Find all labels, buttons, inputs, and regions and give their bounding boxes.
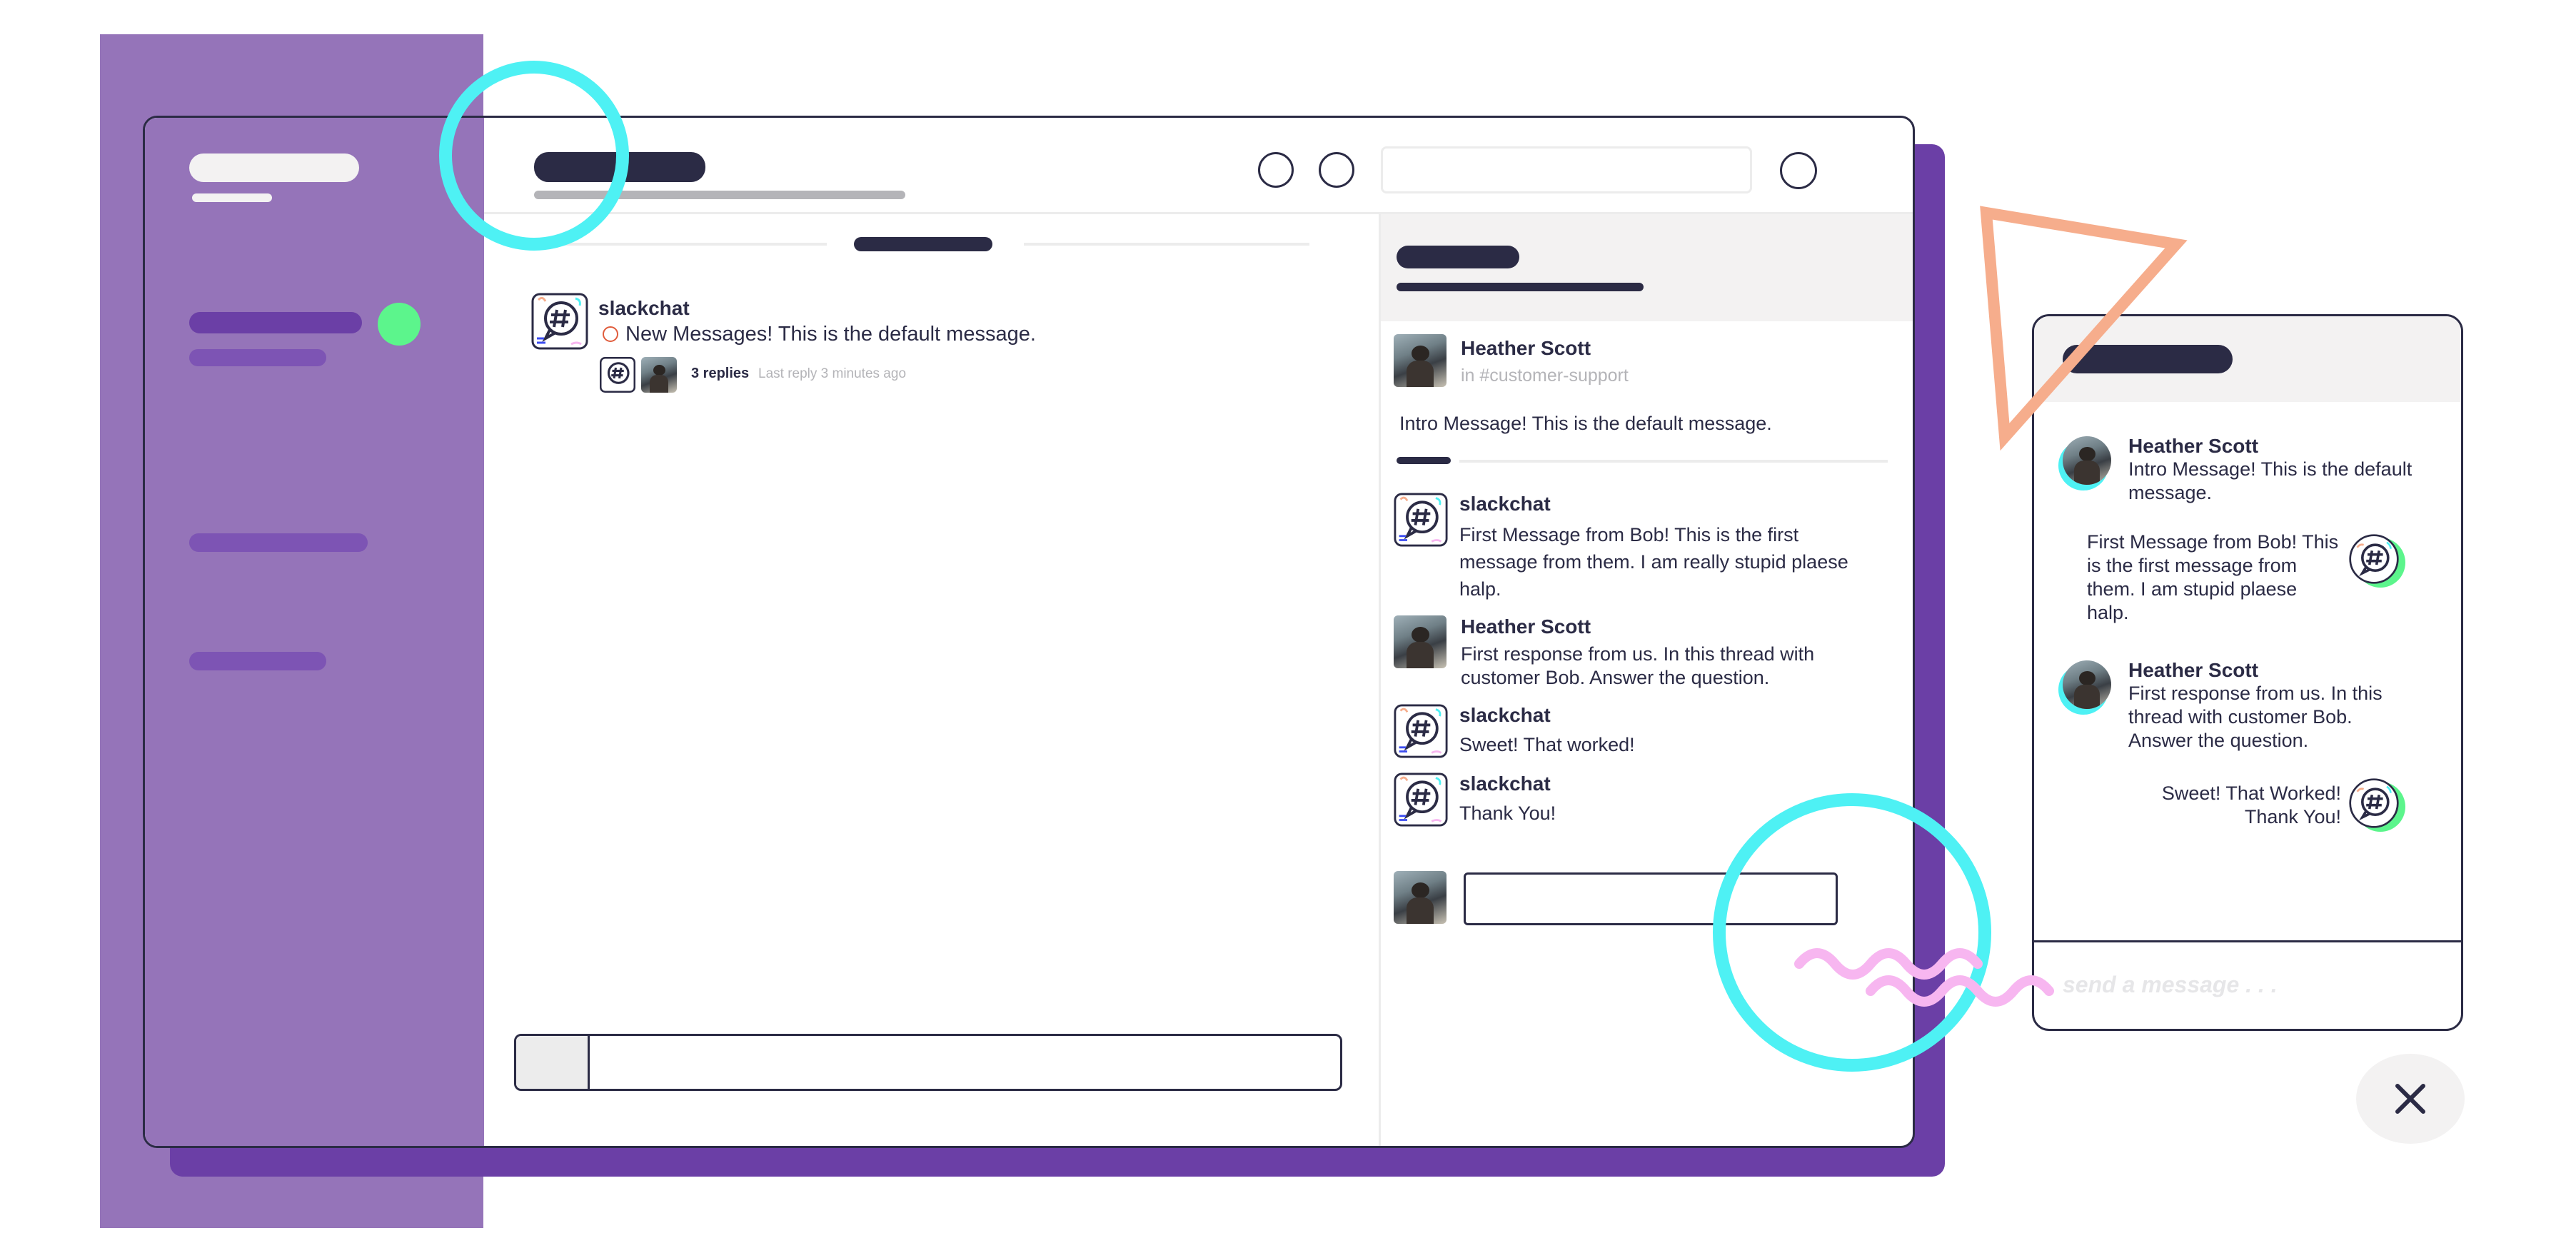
thread-message-author[interactable]: slackchat	[1459, 773, 1551, 795]
sidebar-item[interactable]	[189, 349, 326, 366]
status-online-dot	[378, 303, 421, 346]
thread-message-text: First Message from Bob! This is the firs…	[1459, 524, 1848, 600]
thread-message-author[interactable]: Heather Scott	[1461, 615, 1591, 638]
thread-title-placeholder	[1397, 246, 1519, 268]
header-circle-icon[interactable]	[1258, 152, 1294, 188]
close-icon	[2395, 1084, 2425, 1114]
slackchat-logo-icon	[2349, 778, 2399, 828]
sidebar-item[interactable]	[189, 533, 368, 552]
message-composer[interactable]	[514, 1034, 1342, 1091]
message-author[interactable]: slackchat	[598, 297, 690, 320]
message-text: New Messages! This is the default messag…	[625, 323, 1036, 346]
widget-message-text: Sweet! That Worked! Thank You!	[2161, 783, 2341, 827]
sidebar-item-active[interactable]	[189, 312, 362, 333]
thread-message-text: Thank You!	[1459, 802, 1556, 824]
reply-avatar-photo	[641, 357, 677, 393]
widget-message-text: First response from us. In this thread w…	[2128, 683, 2383, 751]
composer-avatar	[1394, 871, 1447, 924]
slackchat-logo-icon	[2349, 534, 2399, 584]
thread-panel: Heather Scott in #customer-support Intro…	[1381, 214, 1913, 1146]
thread-message-text: First response from us. In this thread w…	[1461, 643, 1815, 688]
thread-message-author[interactable]: slackchat	[1459, 493, 1551, 515]
date-divider-line	[1024, 243, 1309, 246]
widget-title-placeholder	[2063, 345, 2233, 373]
new-badge-icon	[603, 326, 618, 342]
widget-header	[2034, 316, 2461, 402]
thread-subtitle-placeholder	[1397, 283, 1644, 291]
close-button[interactable]	[2356, 1054, 2465, 1144]
thread-author-name[interactable]: Heather Scott	[1461, 337, 1591, 360]
header-circle-icon[interactable]	[1780, 152, 1817, 189]
reply-avatar-slackchat-icon	[600, 357, 635, 393]
widget-input-divider	[2034, 940, 2461, 942]
thread-author-avatar	[1394, 334, 1447, 387]
widget-agent-avatar	[2058, 436, 2113, 490]
thread-message-author[interactable]: slackchat	[1459, 704, 1551, 727]
slackchat-logo-icon	[1394, 704, 1448, 758]
app-window: slackchat New Messages! This is the defa…	[143, 116, 1915, 1148]
thread-header	[1381, 214, 1913, 321]
widget-agent-avatar	[2058, 660, 2113, 715]
thread-reply-input[interactable]	[1464, 872, 1838, 925]
widget-customer-avatar	[2348, 533, 2405, 590]
widget-message-input[interactable]: send a message . . .	[2063, 972, 2278, 998]
widget-customer-avatar	[2348, 778, 2405, 835]
thread-message-text: Sweet! That worked!	[1459, 734, 1635, 755]
workspace-subtitle-placeholder	[192, 193, 272, 202]
date-divider-label	[854, 237, 992, 251]
search-input[interactable]	[1381, 146, 1752, 193]
window-header	[484, 118, 1913, 214]
widget-message-author: Heather Scott	[2128, 435, 2259, 457]
composer-attach-button[interactable]	[516, 1036, 590, 1089]
replies-divider-label	[1397, 457, 1451, 464]
last-reply-time: Last reply 3 minutes ago	[758, 366, 907, 381]
header-circle-icon[interactable]	[1319, 152, 1354, 188]
slackchat-logo-icon	[1394, 493, 1448, 547]
channel-topic-placeholder	[534, 191, 905, 199]
thread-channel-link[interactable]: in #customer-support	[1461, 366, 1629, 386]
widget-message-author: Heather Scott	[2128, 659, 2259, 681]
thread-intro-text: Intro Message! This is the default messa…	[1399, 413, 1772, 434]
widget-message-text: First Message from Bob! This is the firs…	[2087, 531, 2339, 623]
thread-message-avatar	[1394, 615, 1447, 668]
channel-title-placeholder	[534, 152, 705, 182]
date-divider-line	[534, 243, 827, 246]
replies-divider-line	[1459, 460, 1888, 463]
slackchat-logo-icon	[1394, 773, 1448, 827]
app-sidebar	[145, 118, 484, 1146]
workspace-name-placeholder	[189, 154, 359, 182]
widget-message-text: Intro Message! This is the default messa…	[2128, 458, 2413, 503]
chat-widget: Heather Scott Intro Message! This is the…	[2032, 314, 2463, 1031]
main-feed: slackchat New Messages! This is the defa…	[484, 214, 1379, 1146]
sidebar-item[interactable]	[189, 652, 326, 670]
slackchat-logo-icon	[531, 293, 588, 350]
reply-count-link[interactable]: 3 replies	[691, 366, 749, 382]
